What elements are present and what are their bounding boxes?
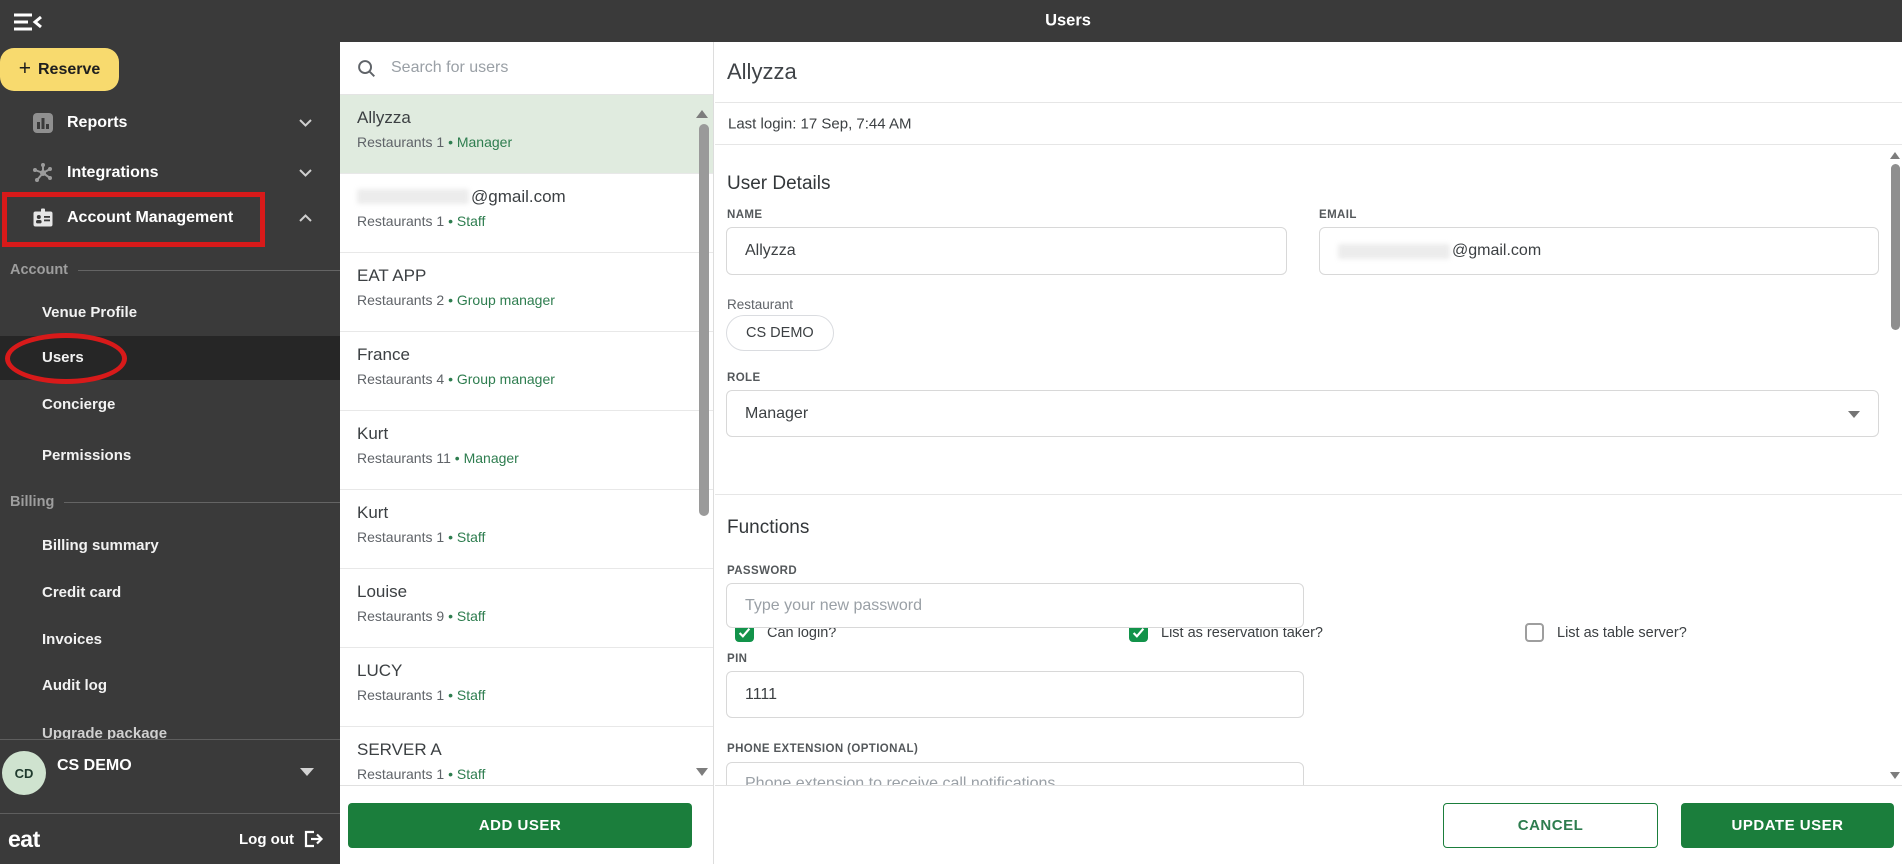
user-list: Allyzza Restaurants 1 • Manager @gmail.c… <box>340 95 713 785</box>
role-label: ROLE <box>727 372 761 384</box>
user-list-item[interactable]: LUCY Restaurants 1 • Staff <box>340 648 713 727</box>
nav-label: Reports <box>67 114 128 131</box>
cancel-button[interactable]: CANCEL <box>1443 803 1658 848</box>
sidebar: + Reserve Reports Integrations Account M… <box>0 0 340 864</box>
chevron-down-icon <box>299 169 312 177</box>
integrations-hub-icon <box>33 163 52 182</box>
bar-chart-icon <box>33 113 53 133</box>
sidebar-item-reports[interactable]: Reports <box>0 103 340 143</box>
add-user-button[interactable]: ADD USER <box>348 803 692 848</box>
detail-title-row: Allyzza <box>715 42 1902 103</box>
user-list-item[interactable]: SERVER A Restaurants 1 • Staff <box>340 727 713 785</box>
last-login-text: Last login: 17 Sep, 7:44 AM <box>728 115 912 132</box>
collapse-sidebar-icon[interactable] <box>13 11 43 35</box>
name-field[interactable] <box>726 227 1287 275</box>
nav-label: Account Management <box>67 209 234 226</box>
name-label: NAME <box>727 209 763 221</box>
user-detail-form: User Details NAME EMAIL @gmail.com Resta… <box>715 145 1902 785</box>
avatar-initials: CD <box>14 765 34 781</box>
detail-footer: CANCEL UPDATE USER <box>715 785 1902 864</box>
sidebar-item-invoices[interactable]: Invoices <box>42 625 102 655</box>
section-label-account: Account <box>0 261 340 279</box>
sidebar-item-users[interactable]: Users <box>42 343 84 373</box>
plus-icon: + <box>18 56 31 80</box>
sidebar-item-venue-profile[interactable]: Venue Profile <box>42 298 137 328</box>
workspace-name: CS DEMO <box>57 757 132 774</box>
sidebar-item-upgrade-package[interactable]: Upgrade package <box>42 725 262 739</box>
workspace-chevron-down-icon[interactable] <box>300 768 314 776</box>
chevron-up-icon <box>299 214 312 222</box>
phone-extension-field[interactable] <box>726 762 1304 785</box>
chevron-down-icon <box>299 119 312 127</box>
eat-logo: eat <box>8 825 40 852</box>
restaurant-label: Restaurant <box>727 297 794 312</box>
last-login-row: Last login: 17 Sep, 7:44 AM <box>715 103 1902 145</box>
user-list-item[interactable]: France Restaurants 4 • Group manager <box>340 332 713 411</box>
sidebar-bottom-bar: eat Log out <box>0 813 340 864</box>
email-field[interactable]: @gmail.com <box>1319 227 1879 275</box>
app-window: Users + Reserve Reports Integrations Acc… <box>0 0 1902 864</box>
user-list-item[interactable]: Kurt Restaurants 1 • Staff <box>340 490 713 569</box>
password-label: PASSWORD <box>727 565 798 577</box>
sidebar-item-permissions[interactable]: Permissions <box>42 441 131 471</box>
search-input[interactable] <box>391 59 641 77</box>
functions-heading: Functions <box>727 517 810 538</box>
user-list-item[interactable]: EAT APP Restaurants 2 • Group manager <box>340 253 713 332</box>
user-details-heading: User Details <box>727 173 831 194</box>
sidebar-item-billing-summary[interactable]: Billing summary <box>42 531 159 561</box>
logout-icon <box>304 830 324 848</box>
divider <box>0 739 340 740</box>
scroll-up-arrow-icon[interactable] <box>1890 152 1900 159</box>
reserve-button[interactable]: + Reserve <box>0 48 119 91</box>
dropdown-arrow-icon <box>1848 411 1860 418</box>
list-scrollbar-thumb[interactable] <box>699 124 709 516</box>
password-field[interactable] <box>726 583 1304 628</box>
section-rule <box>78 269 340 271</box>
sidebar-item-account-management[interactable]: Account Management <box>0 198 340 238</box>
section-rule <box>64 501 340 503</box>
user-search-bar[interactable] <box>340 42 713 95</box>
detail-scrollbar-thumb[interactable] <box>1891 164 1900 330</box>
checkbox-table-server[interactable]: List as table server? <box>1525 623 1687 642</box>
nav-label: Integrations <box>67 164 159 181</box>
update-user-button[interactable]: UPDATE USER <box>1681 803 1894 848</box>
sidebar-item-integrations[interactable]: Integrations <box>0 153 340 193</box>
restaurant-chip[interactable]: CS DEMO <box>726 315 834 351</box>
user-list-item[interactable]: Kurt Restaurants 11 • Manager <box>340 411 713 490</box>
sidebar-item-concierge[interactable]: Concierge <box>42 390 115 420</box>
phone-extension-label: PHONE EXTENSION (OPTIONAL) <box>727 743 919 755</box>
logout-label: Log out <box>239 830 294 848</box>
id-badge-icon <box>33 208 53 227</box>
user-list-item[interactable]: Louise Restaurants 9 • Staff <box>340 569 713 648</box>
scroll-down-arrow-icon[interactable] <box>1890 772 1900 779</box>
section-label-billing: Billing <box>0 493 340 511</box>
user-list-panel: Allyzza Restaurants 1 • Manager @gmail.c… <box>340 42 714 864</box>
redacted-text <box>1338 243 1450 259</box>
divider <box>715 494 1902 495</box>
search-icon <box>358 59 375 77</box>
page-title: Users <box>1045 11 1091 30</box>
pin-field[interactable] <box>726 671 1304 718</box>
reserve-label: Reserve <box>37 60 101 78</box>
user-list-item[interactable]: @gmail.com Restaurants 1 • Staff <box>340 174 713 253</box>
role-select[interactable]: Manager <box>726 390 1879 437</box>
pin-label: PIN <box>727 653 748 665</box>
email-label: EMAIL <box>1319 209 1357 221</box>
logout-button[interactable]: Log out <box>239 829 324 849</box>
workspace-avatar[interactable]: CD <box>2 751 46 795</box>
scroll-up-arrow-icon[interactable] <box>696 110 708 118</box>
sidebar-item-credit-card[interactable]: Credit card <box>42 578 121 608</box>
user-list-item[interactable]: Allyzza Restaurants 1 • Manager <box>340 95 713 174</box>
detail-user-name: Allyzza <box>727 59 797 84</box>
scroll-down-arrow-icon[interactable] <box>696 768 708 776</box>
sidebar-item-audit-log[interactable]: Audit log <box>42 671 107 701</box>
list-footer: ADD USER <box>340 785 713 864</box>
redacted-text <box>357 189 469 204</box>
unchecked-checkbox-icon[interactable] <box>1525 623 1544 642</box>
user-detail-panel: Allyzza Last login: 17 Sep, 7:44 AM User… <box>715 42 1902 864</box>
sidebar-item-users-selected[interactable]: Users <box>0 336 340 380</box>
